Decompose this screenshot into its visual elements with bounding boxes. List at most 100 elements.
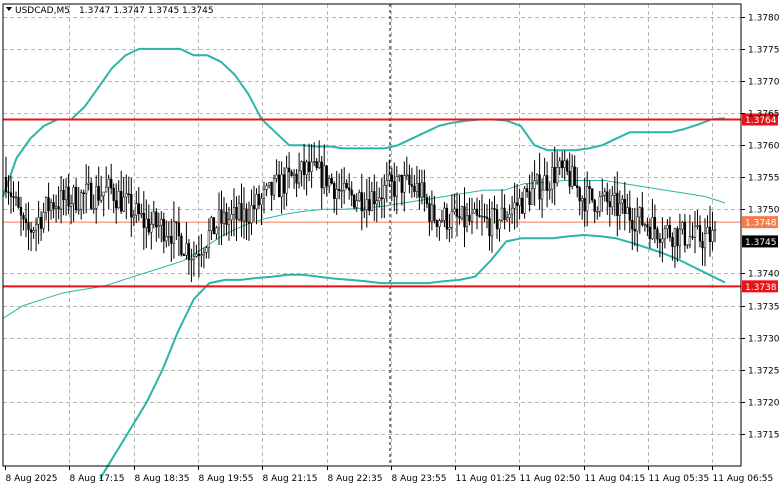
candle-body	[430, 204, 434, 222]
candle-body	[92, 207, 95, 210]
candle-body	[405, 174, 408, 177]
x-tick-label: 11 Aug 06:55	[713, 474, 774, 484]
x-tick-label: 11 Aug 02:50	[520, 474, 581, 484]
candle-body	[335, 188, 338, 199]
candle-body	[651, 217, 654, 240]
candle-body	[638, 207, 641, 218]
candle-body	[626, 207, 629, 214]
candle-body	[110, 178, 113, 189]
candle-body	[122, 196, 125, 212]
candle-body	[120, 191, 123, 212]
y-tick-label: 1.3780	[748, 14, 780, 24]
y-tick-label: 1.3760	[748, 142, 780, 152]
candle-body	[180, 235, 183, 256]
candle-body	[503, 207, 506, 221]
candle-body	[470, 212, 474, 222]
price-chart[interactable]: 1.37641.37481.37381.3745 1.37801.37751.3…	[0, 0, 781, 489]
candle-body	[523, 188, 526, 214]
candle-body	[345, 182, 348, 189]
candle-body	[410, 184, 414, 187]
candle-body	[473, 208, 476, 214]
candle-body	[44, 197, 48, 213]
candle-body	[573, 166, 576, 186]
candle-body	[305, 161, 308, 176]
candle-body	[413, 185, 416, 192]
candle-body	[227, 219, 231, 225]
candle-body	[706, 226, 709, 234]
candle-body	[195, 253, 198, 257]
candle-body	[468, 215, 471, 222]
candle-body	[95, 186, 98, 209]
candle-body	[19, 207, 23, 216]
candle-body	[515, 202, 519, 206]
candle-body	[683, 222, 687, 246]
candle-body	[698, 225, 702, 242]
candle-body	[530, 188, 534, 205]
candle-body	[400, 174, 403, 193]
y-tick-label: 1.3755	[748, 174, 780, 184]
candle-body	[636, 216, 639, 232]
candle-body	[313, 161, 316, 163]
candle-body	[460, 206, 464, 219]
candle-body	[676, 228, 679, 246]
candle-body	[69, 203, 73, 207]
candle-body	[556, 167, 559, 184]
candle-body	[140, 212, 143, 215]
candle-body	[54, 206, 58, 209]
candle-body	[385, 180, 388, 186]
candle-body	[145, 218, 148, 228]
candle-body	[583, 198, 586, 212]
candle-body	[435, 220, 439, 227]
candle-body	[563, 160, 566, 168]
candle-body	[277, 174, 281, 198]
candle-body	[47, 197, 50, 211]
candle-body	[703, 233, 707, 249]
candle-body	[581, 198, 584, 202]
candle-body	[603, 191, 606, 196]
candle-body	[568, 171, 571, 187]
candle-body	[330, 178, 333, 184]
y-tick-label: 1.3725	[748, 367, 780, 377]
candle-body	[130, 193, 133, 218]
candle-body	[408, 174, 411, 185]
candle-body	[297, 170, 301, 184]
candle-body	[325, 165, 328, 187]
candle-body	[393, 181, 396, 197]
y-tick-label: 1.3730	[748, 335, 780, 345]
candle-body	[465, 215, 469, 228]
candle-body	[500, 207, 504, 221]
candle-body	[390, 174, 393, 182]
candle-body	[440, 219, 444, 222]
candle-body	[155, 211, 158, 228]
y-tick-label: 1.3735	[748, 303, 780, 313]
candle-body	[686, 244, 689, 247]
candle-body	[643, 224, 647, 226]
candle-body	[553, 167, 556, 184]
candle-body	[205, 247, 208, 253]
candle-body	[222, 211, 226, 224]
candle-body	[708, 226, 712, 242]
candle-body	[518, 197, 521, 206]
candle-body	[125, 193, 128, 198]
candle-body	[137, 203, 140, 214]
candle-body	[307, 161, 311, 172]
candle-body	[220, 209, 223, 224]
candle-body	[576, 185, 579, 188]
candle-body	[548, 188, 551, 191]
candle-body	[247, 221, 251, 224]
candle-body	[24, 218, 28, 224]
candle-body	[535, 174, 539, 181]
candle-body	[17, 196, 20, 208]
candle-body	[388, 174, 391, 181]
candle-body	[363, 209, 366, 212]
candle-body	[628, 207, 631, 221]
candle-body	[663, 228, 667, 240]
candle-body	[450, 211, 454, 228]
candle-body	[77, 208, 80, 211]
candle-body	[661, 238, 664, 243]
candle-body	[453, 208, 456, 213]
candle-body	[112, 187, 115, 201]
candle-body	[29, 229, 33, 233]
ohlc-readout: 1.3747 1.3747 1.3745 1.3745	[79, 6, 214, 16]
candle-body	[235, 206, 238, 220]
